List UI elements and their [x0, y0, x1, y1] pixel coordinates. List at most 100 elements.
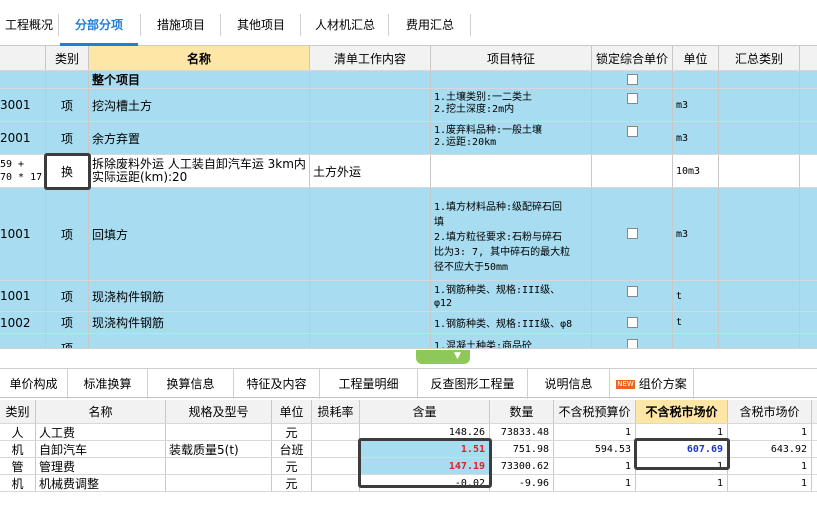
cell-content[interactable]: 148.26	[360, 424, 490, 440]
cell-name[interactable]: 管理费	[36, 458, 166, 474]
tab-pricing-scheme[interactable]: NEW 组价方案	[610, 369, 694, 399]
cell-name[interactable]: 人工费	[36, 424, 166, 440]
tab-resource-summary[interactable]: 人材机汇总	[302, 10, 388, 40]
cell-content[interactable]: 147.19	[360, 458, 490, 474]
cell-feature[interactable]: 1.填方材料品种:级配碎石回 填 2.填方粒径要求:石粉与碎石 比为3: 7, …	[431, 188, 592, 280]
header-type[interactable]: 类别	[0, 400, 36, 423]
tab-project-overview[interactable]: 工程概况	[0, 10, 58, 40]
table-row[interactable]: 2001 项 余方弃置 1.废弃料品种:一般土壤 2.运距:20km m3	[0, 122, 817, 155]
header-name[interactable]: 名称	[36, 400, 166, 423]
table-row-selected[interactable]: 59 + 70 * 17 换 拆除废料外运 人工装自卸汽车运 3km内 实际运距…	[0, 155, 817, 188]
tab-features-content[interactable]: 特征及内容	[234, 369, 320, 399]
cell-loss[interactable]	[312, 475, 360, 491]
header-content[interactable]: 含量	[360, 400, 490, 423]
table-row[interactable]: 机 机械费调整 元 -0.02 -9.96 1 1 1	[0, 475, 817, 492]
cell-lock[interactable]	[592, 89, 673, 121]
table-row[interactable]: 1002 项 现浇构件钢筋 1.钢筋种类、规格:III级、φ8 t	[0, 312, 817, 334]
cell-lock[interactable]	[592, 281, 673, 311]
cell-text: 机	[11, 476, 24, 491]
tab-measures[interactable]: 措施项目	[142, 10, 220, 40]
header-loss-rate[interactable]: 损耗率	[312, 400, 360, 423]
cell-feature[interactable]: 1.废弃料品种:一般土壤 2.运距:20km	[431, 122, 592, 154]
lock-price-checkbox[interactable]	[626, 317, 638, 328]
lock-price-checkbox[interactable]	[626, 286, 638, 297]
header-unit[interactable]: 单位	[272, 400, 312, 423]
cell-feature[interactable]: 1.钢筋种类、规格:III级、 φ12	[431, 281, 592, 311]
header-quantity[interactable]: 数量	[490, 400, 554, 423]
cell-text: 1.填方材料品种:级配碎石回 填 2.填方粒径要求:石粉与碎石 比为3: 7, …	[434, 202, 571, 273]
header-tax-market-price[interactable]: 含税市场价	[728, 400, 812, 423]
header-spec[interactable]: 规格及型号	[166, 400, 272, 423]
header-lock-price[interactable]: 锁定综合单价	[592, 46, 673, 70]
cell-spec[interactable]	[166, 424, 272, 440]
cell-feature[interactable]: 1.土壤类别:一二类土 2.挖土深度:2m内	[431, 89, 592, 121]
cell-content[interactable]: -0.02	[360, 475, 490, 491]
cell-spec[interactable]	[166, 475, 272, 491]
tab-conversion-info[interactable]: 换算信息	[148, 369, 234, 399]
header-budget-price[interactable]: 不含税预算价	[554, 400, 636, 423]
tab-unit-price-composition[interactable]: 单价构成	[0, 369, 68, 399]
splitter-grip[interactable]	[416, 350, 470, 364]
cell-market[interactable]: 1	[636, 475, 728, 491]
cell-lock[interactable]	[592, 71, 673, 88]
table-row[interactable]: 整个项目	[0, 71, 817, 89]
header-unit[interactable]: 单位	[673, 46, 719, 70]
tab-sub-items[interactable]: 分部分项	[60, 10, 138, 40]
panel-splitter[interactable]	[0, 348, 817, 366]
table-row[interactable]: 1001 项 现浇构件钢筋 1.钢筋种类、规格:III级、 φ12 t	[0, 281, 817, 312]
header-summary-category[interactable]: 汇总类别	[719, 46, 800, 70]
tab-standard-conversion[interactable]: 标准换算	[68, 369, 148, 399]
lock-price-checkbox[interactable]	[626, 74, 638, 85]
tab-reverse-lookup-quantity[interactable]: 反查图形工程量	[418, 369, 528, 399]
cell-tax-market[interactable]: 1	[728, 424, 812, 440]
cell-feature[interactable]: 1.钢筋种类、规格:III级、φ8	[431, 312, 592, 333]
cell-type[interactable]: 换	[46, 155, 89, 187]
tab-quantity-details[interactable]: 工程量明细	[320, 369, 418, 399]
cell-tax-market[interactable]: 1	[728, 475, 812, 491]
cell-lock[interactable]	[592, 312, 673, 333]
cell-name[interactable]: 整个项目	[89, 71, 310, 88]
cell-market[interactable]: 1	[636, 458, 728, 474]
cell-work[interactable]: 土方外运	[310, 155, 431, 187]
cell-name[interactable]: 回填方	[89, 188, 310, 280]
header-type[interactable]: 类别	[46, 46, 89, 70]
cell-text: 1	[800, 477, 807, 489]
tab-other-items[interactable]: 其他项目	[222, 10, 300, 40]
table-row[interactable]: 3001 项 挖沟槽土方 1.土壤类别:一二类土 2.挖土深度:2m内 m3	[0, 89, 817, 122]
cell-name[interactable]: 余方弃置	[89, 122, 310, 154]
cell-name[interactable]: 挖沟槽土方	[89, 89, 310, 121]
table-row[interactable]: 机 自卸汽车 装载质量5(t) 台班 1.51 751.98 594.53 60…	[0, 441, 817, 458]
cell-loss[interactable]	[312, 424, 360, 440]
cell-name[interactable]: 机械费调整	[36, 475, 166, 491]
cell-tax-market[interactable]: 1	[728, 458, 812, 474]
header-market-price[interactable]: 不含税市场价	[636, 400, 728, 423]
cell-content[interactable]: 1.51	[360, 441, 490, 457]
lock-price-checkbox[interactable]	[626, 126, 638, 137]
header-feature[interactable]: 项目特征	[431, 46, 592, 70]
table-row[interactable]: 人 人工费 元 148.26 73833.48 1 1 1	[0, 424, 817, 441]
cell-name[interactable]: 拆除废料外运 人工装自卸汽车运 3km内 实际运距(km):20	[89, 155, 310, 187]
cell-market[interactable]: 607.69	[636, 441, 728, 457]
cell-name[interactable]: 现浇构件钢筋	[89, 281, 310, 311]
header-work-content[interactable]: 清单工作内容	[310, 46, 431, 70]
cell-summary	[719, 188, 800, 280]
cell-spec[interactable]	[166, 458, 272, 474]
lock-price-checkbox[interactable]	[626, 93, 638, 104]
table-row[interactable]: 1001 项 回填方 1.填方材料品种:级配碎石回 填 2.填方粒径要求:石粉与…	[0, 188, 817, 281]
cell-loss[interactable]	[312, 441, 360, 457]
cell-loss[interactable]	[312, 458, 360, 474]
cell-lock[interactable]	[592, 122, 673, 154]
tab-cost-summary[interactable]: 费用汇总	[390, 10, 470, 40]
lock-price-checkbox[interactable]	[626, 228, 638, 239]
cell-spec[interactable]: 装载质量5(t)	[166, 441, 272, 457]
cell-tax-market[interactable]: 643.92	[728, 441, 812, 457]
table-row[interactable]: 管 管理费 元 147.19 73300.62 1 1 1	[0, 458, 817, 475]
cell-market[interactable]: 1	[636, 424, 728, 440]
cell-name[interactable]: 现浇构件钢筋	[89, 312, 310, 333]
tab-description[interactable]: 说明信息	[528, 369, 610, 399]
cell-work	[310, 89, 431, 121]
cell-lock[interactable]	[592, 188, 673, 280]
header-name[interactable]: 名称	[89, 46, 310, 70]
header-label: 类别	[54, 51, 79, 66]
cell-name[interactable]: 自卸汽车	[36, 441, 166, 457]
